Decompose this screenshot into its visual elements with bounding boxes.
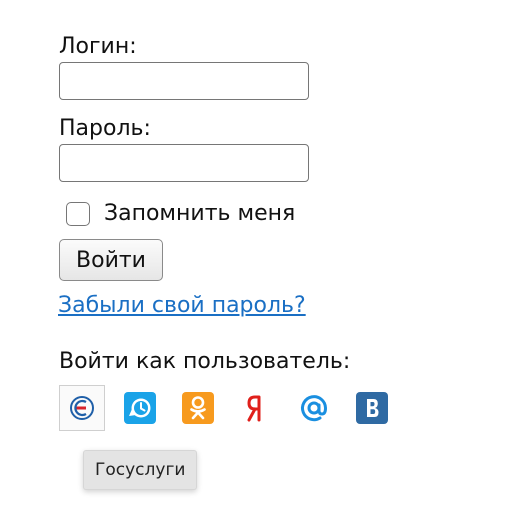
mailru-icon <box>301 395 328 422</box>
yandex-button[interactable] <box>233 385 279 431</box>
login-label: Логин: <box>59 34 137 59</box>
gosuslugi-tooltip: Госуслуги <box>83 450 198 490</box>
password-input[interactable] <box>59 144 309 182</box>
gosuslugi-icon <box>70 396 94 420</box>
remember-me-label[interactable]: Запомнить меня <box>104 201 295 227</box>
login-input[interactable] <box>59 62 309 100</box>
odnoklassniki-icon <box>182 392 214 424</box>
social-login-heading: Войти как пользователь: <box>59 349 351 374</box>
vkontakte-icon <box>356 392 388 424</box>
mailru-button[interactable] <box>291 385 337 431</box>
odnoklassniki-button[interactable] <box>175 385 221 431</box>
livejournal-icon <box>124 392 156 424</box>
livejournal-button[interactable] <box>117 385 163 431</box>
password-label: Пароль: <box>59 116 151 141</box>
forgot-password-link[interactable]: Забыли свой пароль? <box>58 292 306 320</box>
login-form: Логин: Пароль: Запомнить меня Войти Забы… <box>0 0 516 518</box>
yandex-icon <box>247 395 261 422</box>
vkontakte-button[interactable] <box>349 385 395 431</box>
remember-me-checkbox[interactable] <box>66 202 90 226</box>
gosuslugi-button[interactable] <box>59 385 105 431</box>
remember-me-row[interactable]: Запомнить меня <box>66 200 295 228</box>
login-button[interactable]: Войти <box>59 239 163 281</box>
